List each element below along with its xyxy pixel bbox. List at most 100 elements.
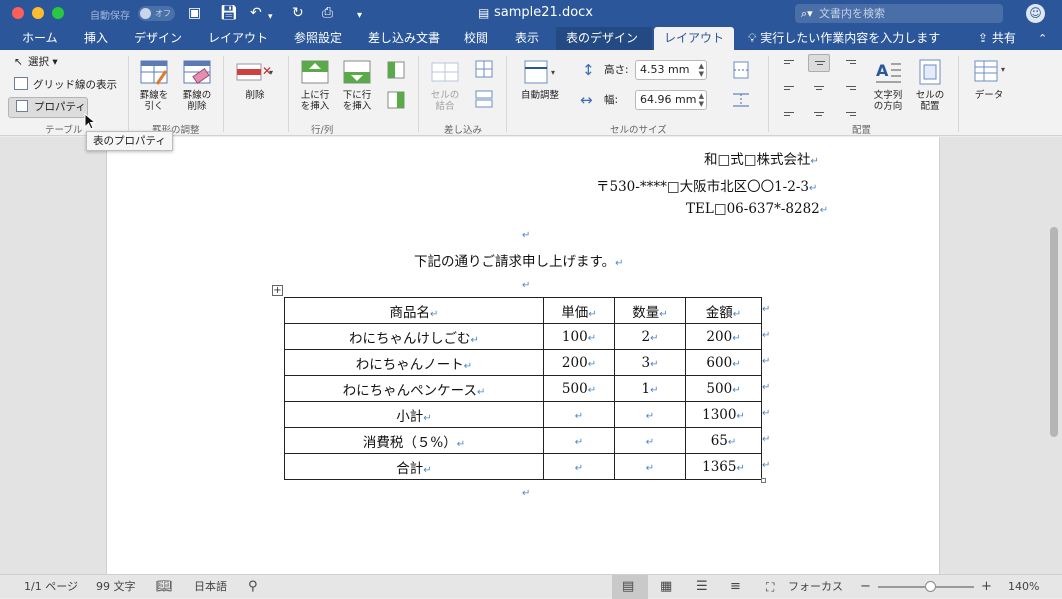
zoom-window-button[interactable] [52,7,64,19]
autofit-button[interactable]: ▾ 自動調整 [516,58,564,101]
table-cell[interactable]: 600↵ [685,349,762,376]
proofing-icon[interactable]: 📖︎ [156,575,173,599]
tab-mailings[interactable]: 差し込み文書 [358,27,450,50]
address-line[interactable]: 〒530-****□大阪市北区〇〇1-2-3↵ [596,175,817,195]
view-gridlines-button[interactable]: グリッド線の表示 [14,76,117,94]
table-cell[interactable]: 数量↵ [614,297,686,324]
table-cell[interactable]: ↵ [614,453,686,480]
table-cell[interactable]: 1↵ [614,375,686,402]
distribute-rows-button[interactable] [730,60,752,84]
focus-mode-button[interactable]: フォーカス [788,575,843,599]
table-cell[interactable]: 200↵ [543,349,615,376]
intro-line[interactable]: 下記の通りご請求申し上げます。↵ [414,250,624,270]
share-button[interactable]: ⇪ 共有 [978,27,1016,50]
table-cell[interactable]: 合計↵ [284,453,544,480]
ribbon-collapse-chevron-icon[interactable]: ⌃ [1038,27,1047,50]
align-bottom-center-button[interactable] [808,102,830,120]
align-top-right-button[interactable] [840,54,862,72]
table-cell[interactable]: 500↵ [543,375,615,402]
delete-button[interactable]: ✕ ▾ 削除 [234,58,276,101]
table-cell[interactable]: 1300↵ [685,401,762,428]
align-center-right-button[interactable] [840,78,862,96]
page-count[interactable]: 1/1 ページ [24,575,78,599]
save-icon[interactable]: 💾︎ [220,4,238,22]
table-cell[interactable]: わにちゃんノート↵ [284,349,544,376]
table-cell[interactable]: ↵ [543,401,615,428]
table-cell[interactable]: 単価↵ [543,297,615,324]
tell-me-search[interactable]: 💡︎ 実行したい作業内容を入力します [748,27,940,50]
align-bottom-left-button[interactable] [778,102,800,120]
focus-icon[interactable]: ⛶ [766,575,774,599]
zoom-level[interactable]: 140% [1008,575,1039,599]
width-input[interactable]: 64.96 mm ▲ ▼ [635,90,707,110]
sidebar-toggle-icon[interactable]: ▣ [188,4,201,22]
tab-table-design[interactable]: 表のデザイン [556,27,652,50]
company-line[interactable]: 和□式□株式会社↵ [704,148,819,168]
tab-references[interactable]: 参照設定 [284,27,352,50]
autosave-toggle[interactable]: オフ [138,6,175,21]
accessibility-icon[interactable]: ⚲ [248,575,258,599]
table-cell[interactable]: わにちゃんけしごむ↵ [284,323,544,350]
align-center-left-button[interactable] [778,78,800,96]
invoice-table[interactable]: 商品名↵ 単価↵ 数量↵ 金額↵ わにちゃんけしごむ↵ 100↵ 2↵ 200↵… [284,297,762,480]
zoom-out-button[interactable]: − [860,575,871,599]
account-avatar-icon[interactable]: ☺ [1026,4,1045,23]
print-icon[interactable]: ⎙ [322,4,333,22]
word-count[interactable]: 99 文字 [96,575,136,599]
table-cell[interactable]: 100↵ [543,323,615,350]
align-top-center-button[interactable] [808,54,830,72]
align-center-button[interactable] [808,78,830,96]
insert-left-button[interactable] [386,61,406,83]
table-cell[interactable]: 金額↵ [685,297,762,324]
table-cell[interactable]: 200↵ [685,323,762,350]
table-cell[interactable]: わにちゃんペンケース↵ [284,375,544,402]
table-cell[interactable]: 消費税（５%）↵ [284,427,544,454]
data-button[interactable]: ▾ データ [966,58,1012,101]
table-cell[interactable]: ↵ [543,427,615,454]
empty-paragraph[interactable]: ↵ [522,484,530,500]
vertical-scrollbar[interactable] [1050,227,1058,437]
table-cell[interactable]: 1365↵ [685,453,762,480]
redo-icon[interactable]: ↻ [292,4,304,22]
draft-view-icon[interactable]: ≡ [730,575,741,599]
table-cell[interactable]: ↵ [543,453,615,480]
outline-view-icon[interactable]: ☰ [696,575,708,599]
tab-view[interactable]: 表示 [505,27,549,50]
select-button[interactable]: ↖ 選択 ▾ [14,53,58,71]
height-stepper-icon[interactable]: ▲ ▼ [699,62,704,78]
zoom-slider[interactable] [878,581,974,592]
tab-review[interactable]: 校閲 [454,27,498,50]
insert-right-button[interactable] [386,91,406,113]
language-indicator[interactable]: 日本語 [194,575,227,599]
tel-line[interactable]: TEL□06-637*-8282↵ [686,201,828,217]
split-table-button[interactable] [474,90,494,112]
draw-table-button[interactable]: 罫線を 引く [137,58,171,112]
cell-margins-button[interactable]: セルの 配置 [912,58,948,112]
table-cell[interactable]: ↵ [614,401,686,428]
table-cell[interactable]: 小計↵ [284,401,544,428]
merge-cells-button[interactable]: セルの 結合 [428,58,462,112]
zoom-slider-thumb[interactable] [925,581,937,592]
insert-below-button[interactable]: 下に行 を挿入 [340,58,374,112]
eraser-button[interactable]: 罫線の 削除 [180,58,214,112]
tab-table-layout[interactable]: レイアウト [654,27,734,50]
distribute-columns-button[interactable] [730,90,752,114]
table-cell[interactable]: 65↵ [685,427,762,454]
insert-above-button[interactable]: 上に行 を挿入 [298,58,332,112]
table-cell[interactable]: 3↵ [614,349,686,376]
tab-layout[interactable]: レイアウト [198,27,278,50]
empty-paragraph[interactable]: ↵ [522,226,530,242]
zoom-in-button[interactable]: + [981,575,992,599]
table-cell[interactable]: ↵ [614,427,686,454]
width-stepper-icon[interactable]: ▲ ▼ [699,92,704,108]
undo-icon[interactable]: ↶ [250,4,262,22]
tab-insert[interactable]: 挿入 [74,27,118,50]
height-input[interactable]: 4.53 mm ▲ ▼ [635,60,707,80]
table-resize-handle[interactable] [761,478,766,483]
empty-paragraph[interactable]: ↵ [522,276,530,292]
properties-button[interactable]: プロパティ [8,97,88,118]
close-window-button[interactable] [12,7,24,19]
align-bottom-right-button[interactable] [840,102,862,120]
table-cell[interactable]: 500↵ [685,375,762,402]
table-cell[interactable]: 2↵ [614,323,686,350]
